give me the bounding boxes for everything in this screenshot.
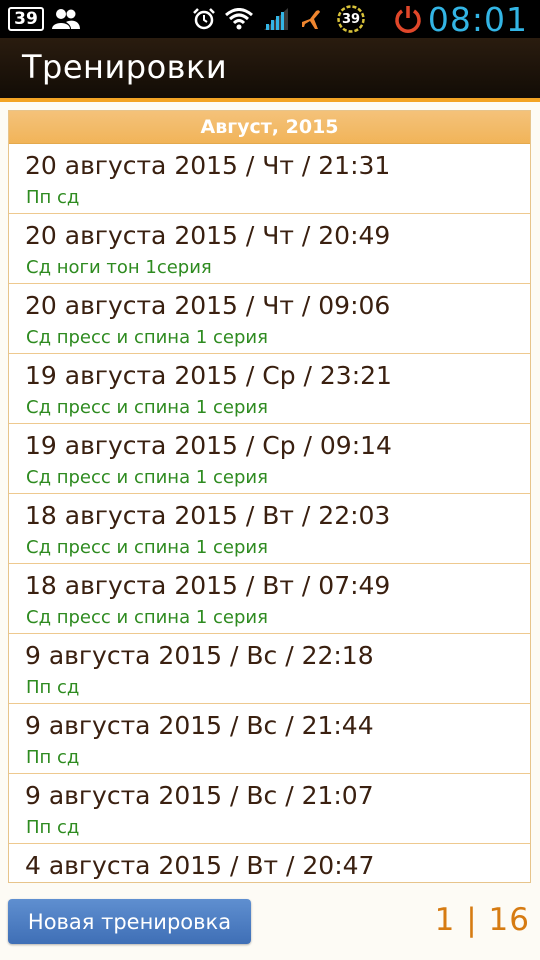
workout-name: Пп сд xyxy=(26,187,80,208)
airplane-icon xyxy=(300,0,324,38)
workout-date: 20 августа 2015 / Чт / 21:31 xyxy=(25,151,391,180)
battery-icon: 39 xyxy=(336,4,366,34)
workout-date: 19 августа 2015 / Ср / 23:21 xyxy=(25,361,392,390)
list-item[interactable]: 20 августа 2015 / Чт / 20:49 Сд ноги тон … xyxy=(9,214,530,284)
workout-name: Сд пресс и спина 1 серия xyxy=(26,397,268,418)
workout-date: 18 августа 2015 / Вт / 07:49 xyxy=(25,571,391,600)
workout-name: Пп сд xyxy=(26,817,80,838)
notification-count-icon: 39 xyxy=(8,7,44,31)
section-header: Август, 2015 xyxy=(9,111,530,144)
list-item[interactable]: 20 августа 2015 / Чт / 09:06 Сд пресс и с… xyxy=(9,284,530,354)
workout-date: 9 августа 2015 / Вс / 21:07 xyxy=(25,781,374,810)
list-item[interactable]: 9 августа 2015 / Вс / 21:44 Пп сд xyxy=(9,704,530,774)
clock: 08:01 xyxy=(427,0,528,39)
workout-name: Сд пресс и спина 1 серия xyxy=(26,327,268,348)
workout-list[interactable]: Август, 2015 20 августа 2015 / Чт / 21:3… xyxy=(8,110,531,883)
action-bar: Тренировки xyxy=(0,38,540,102)
page-title: Тренировки xyxy=(22,48,228,86)
workout-date: 18 августа 2015 / Вт / 22:03 xyxy=(25,501,391,530)
list-item[interactable]: 18 августа 2015 / Вт / 07:49 Сд пресс и с… xyxy=(9,564,530,634)
list-item[interactable]: 9 августа 2015 / Вс / 21:07 Пп сд xyxy=(9,774,530,844)
notification-count: 39 xyxy=(14,8,38,29)
signal-icon xyxy=(262,0,290,38)
workout-name: Пп сд xyxy=(26,747,80,768)
workout-date: 19 августа 2015 / Ср / 09:14 xyxy=(25,431,392,460)
list-item[interactable]: 9 августа 2015 / Вс / 22:18 Пп сд xyxy=(9,634,530,704)
list-item[interactable]: 4 августа 2015 / Вт / 20:47 xyxy=(9,844,530,882)
workout-name: Сд пресс и спина 1 серия xyxy=(26,537,268,558)
workout-name: Сд пресс и спина 1 серия xyxy=(26,467,268,488)
workout-date: 20 августа 2015 / Чт / 09:06 xyxy=(25,291,391,320)
workout-name: Пп сд xyxy=(26,677,80,698)
list-item[interactable]: 20 августа 2015 / Чт / 21:31 Пп сд xyxy=(9,144,530,214)
workout-name: Сд пресс и спина 1 серия xyxy=(26,607,268,628)
battery-level: 39 xyxy=(341,11,361,27)
workout-name: Сд ноги тон 1серия xyxy=(26,257,212,278)
status-bar: 39 39 08:01 xyxy=(0,0,540,39)
list-item[interactable]: 19 августа 2015 / Ср / 23:21 Сд пресс и с… xyxy=(9,354,530,424)
power-icon xyxy=(392,0,424,38)
list-item[interactable]: 19 августа 2015 / Ср / 09:14 Сд пресс и с… xyxy=(9,424,530,494)
users-icon xyxy=(52,0,80,38)
workout-date: 4 августа 2015 / Вт / 20:47 xyxy=(25,851,375,880)
workout-date: 9 августа 2015 / Вс / 22:18 xyxy=(25,641,374,670)
workout-date: 9 августа 2015 / Вс / 21:44 xyxy=(25,711,374,740)
workout-date: 20 августа 2015 / Чт / 20:49 xyxy=(25,221,391,250)
list-item[interactable]: 18 августа 2015 / Вт / 22:03 Сд пресс и с… xyxy=(9,494,530,564)
page-counter: 1 | 16 xyxy=(434,902,530,938)
new-workout-button[interactable]: Новая тренировка xyxy=(8,899,251,944)
alarm-icon xyxy=(192,0,216,38)
wifi-icon xyxy=(225,0,253,38)
